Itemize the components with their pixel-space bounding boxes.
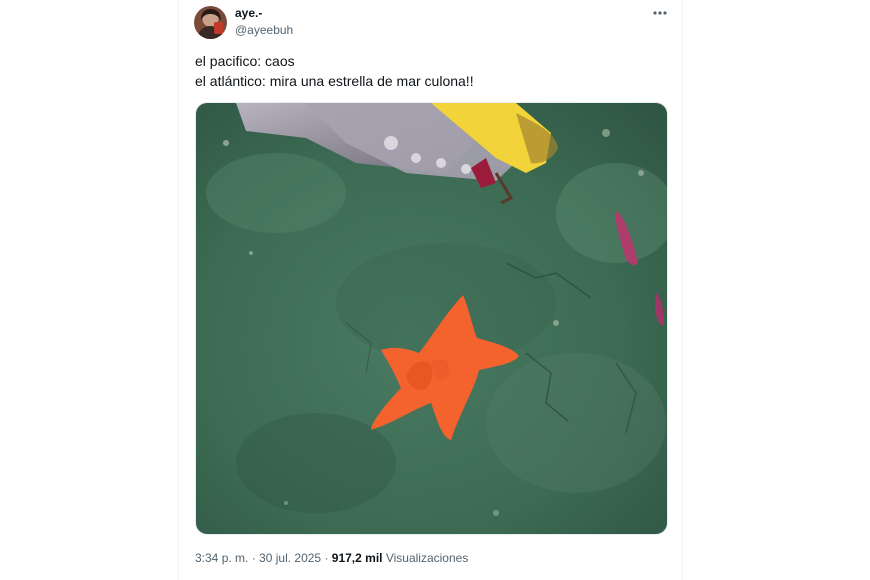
timeline-left-border bbox=[178, 0, 179, 580]
meta-separator: · bbox=[248, 551, 260, 565]
author-display-name[interactable]: aye.- bbox=[235, 6, 262, 20]
tweet-text: el pacifico: caos el atlántico: mira una… bbox=[195, 51, 474, 91]
avatar[interactable] bbox=[194, 6, 227, 39]
tweet-meta: 3:34 p. m. · 30 jul. 2025 · 917,2 mil Vi… bbox=[195, 551, 468, 565]
more-horizontal-icon bbox=[653, 11, 667, 15]
tweet-media-image[interactable] bbox=[195, 102, 668, 535]
tweet-page: aye.- @ayeebuh el pacifico: caos el atlá… bbox=[0, 0, 870, 580]
more-options-button[interactable] bbox=[648, 4, 672, 22]
timeline-right-border bbox=[682, 0, 683, 580]
views-count: 917,2 mil bbox=[331, 551, 383, 565]
tweet-text-line: el atlántico: mira una estrella de mar c… bbox=[195, 73, 474, 89]
tweet-time[interactable]: 3:34 p. m. bbox=[195, 551, 248, 565]
author-handle[interactable]: @ayeebuh bbox=[235, 23, 293, 37]
tweet-text-line: el pacifico: caos bbox=[195, 53, 295, 69]
starfish-seafloor-photo bbox=[196, 103, 667, 534]
views-label: Visualizaciones bbox=[385, 551, 469, 565]
avatar-image bbox=[194, 6, 227, 39]
tweet-date[interactable]: 30 jul. 2025 bbox=[259, 551, 321, 565]
meta-separator: · bbox=[321, 551, 332, 565]
